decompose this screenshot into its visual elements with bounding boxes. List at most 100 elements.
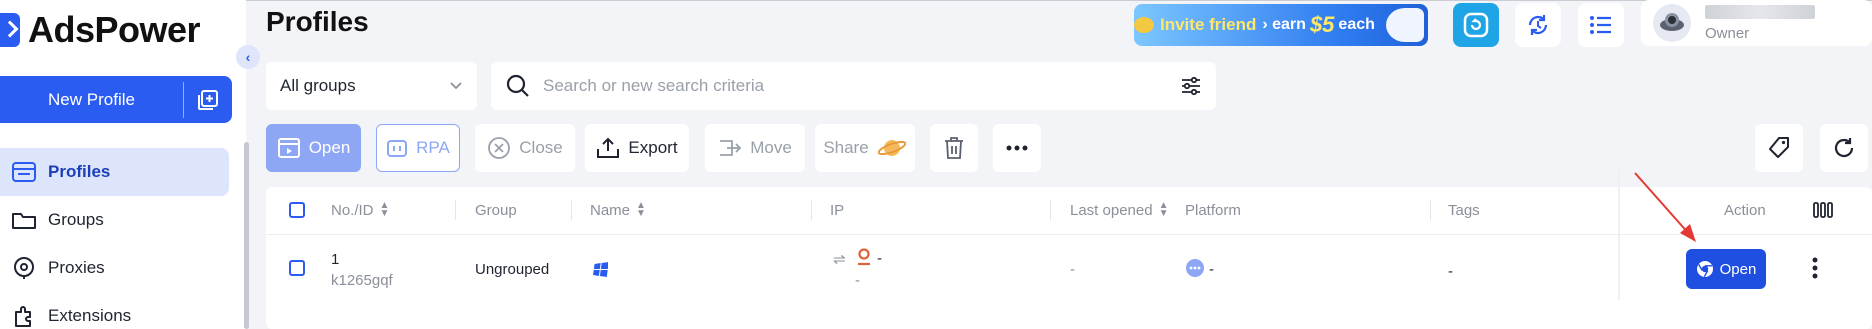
adspower-logo-icon <box>0 13 20 47</box>
megaphone-icon <box>1386 8 1424 42</box>
sidebar-item-groups[interactable]: Groups <box>0 196 229 244</box>
share-button[interactable]: Share <box>815 124 915 172</box>
columns-icon <box>1813 202 1833 218</box>
column-header-ip: IP <box>830 200 844 220</box>
column-header-tags: Tags <box>1448 200 1480 220</box>
column-divider <box>811 200 812 220</box>
column-label: No./ID <box>331 201 374 219</box>
row-more-button[interactable] <box>1812 257 1818 283</box>
sidebar-scrollbar[interactable] <box>244 142 249 329</box>
sidebar-item-label: Proxies <box>48 258 105 277</box>
close-label: Close <box>519 138 563 157</box>
close-selected-button[interactable]: Close <box>475 124 575 172</box>
more-horizontal-icon <box>1006 145 1028 151</box>
user-menu[interactable]: Owner <box>1641 0 1872 46</box>
profile-ip-secondary: - <box>855 272 860 289</box>
filter-settings-icon[interactable] <box>1180 76 1202 96</box>
profile-group: Ungrouped <box>475 261 550 278</box>
user-info: Owner <box>1705 4 1815 42</box>
user-role: Owner <box>1705 24 1750 42</box>
proxies-icon <box>10 254 38 282</box>
batch-create-button[interactable] <box>184 89 232 111</box>
browser-icon <box>1696 261 1713 278</box>
column-header-group: Group <box>475 200 517 220</box>
column-label: Last opened <box>1070 201 1153 219</box>
sync-icon <box>1528 15 1548 35</box>
each-text: each <box>1338 16 1375 33</box>
profile-number: 1 <box>331 251 340 268</box>
column-label: IP <box>830 201 845 219</box>
sidebar-nav: Profiles Groups Proxies Extensions <box>0 148 229 329</box>
column-label: Tags <box>1448 201 1480 219</box>
rpa-button[interactable]: RPA <box>376 124 460 172</box>
more-vertical-icon <box>1812 257 1818 279</box>
column-header-action: Action <box>1724 200 1766 220</box>
close-circle-icon <box>488 137 511 159</box>
extensions-icon <box>10 302 38 329</box>
planet-icon <box>877 140 906 156</box>
column-header-last-opened[interactable]: Last opened ▲ ▼ <box>1070 200 1168 220</box>
profile-ip: - <box>877 250 882 267</box>
search-box <box>491 62 1216 110</box>
invite-friend-banner[interactable]: Invite friend › earn $5 each <box>1134 4 1428 46</box>
refresh-icon <box>1834 138 1854 158</box>
platform-icon <box>1185 258 1205 282</box>
location-pin-icon <box>856 248 872 270</box>
task-list-button[interactable] <box>1578 3 1624 47</box>
move-label: Move <box>750 138 792 157</box>
column-label: Name <box>590 201 631 219</box>
refresh-logo-icon <box>1463 12 1489 38</box>
export-icon <box>597 137 620 158</box>
more-actions-button[interactable] <box>993 124 1041 172</box>
app-logo: AdsPower <box>0 8 201 52</box>
delete-button[interactable] <box>930 124 978 172</box>
column-divider <box>571 200 572 220</box>
search-icon <box>506 74 529 97</box>
group-select[interactable]: All groups <box>266 62 477 110</box>
app-update-button[interactable] <box>1453 3 1499 47</box>
export-button[interactable]: Export <box>585 124 689 172</box>
column-header-no-id[interactable]: No./ID ▲ ▼ <box>331 200 389 220</box>
sidebar-item-extensions[interactable]: Extensions <box>0 292 229 329</box>
reward-amount: $5 <box>1309 12 1335 37</box>
column-header-name[interactable]: Name ▲ ▼ <box>590 200 646 220</box>
rpa-label: RPA <box>416 138 450 157</box>
sidebar-item-label: Extensions <box>48 306 132 325</box>
column-settings-button[interactable] <box>1813 200 1833 220</box>
groups-icon <box>10 206 38 234</box>
row-checkbox[interactable] <box>289 260 305 276</box>
page-title: Profiles <box>266 6 369 37</box>
app-name: AdsPower <box>28 9 201 50</box>
select-all-checkbox[interactable] <box>289 202 305 218</box>
move-button[interactable]: Move <box>705 124 805 172</box>
sidebar-item-label: Profiles <box>48 162 111 181</box>
profile-platform: - <box>1209 261 1214 278</box>
swap-icon: ⇌ <box>833 251 846 268</box>
column-label: Group <box>475 201 517 219</box>
group-select-value: All groups <box>280 76 356 95</box>
sidebar-item-proxies[interactable]: Proxies <box>0 244 229 292</box>
user-name-redacted <box>1705 4 1815 19</box>
open-selected-button[interactable]: Open <box>266 124 361 172</box>
refresh-button[interactable] <box>1820 124 1868 172</box>
profile-id[interactable]: k1265gqf <box>331 272 393 289</box>
search-input[interactable] <box>543 76 1180 96</box>
tags-button[interactable] <box>1755 124 1803 172</box>
sidebar-item-profiles[interactable]: Profiles <box>0 148 229 196</box>
profile-tags: - <box>1448 263 1453 280</box>
open-profile-button[interactable]: Open <box>1686 249 1766 289</box>
coin-icon <box>1134 17 1154 33</box>
sort-icon: ▲ ▼ <box>379 200 390 219</box>
sync-button[interactable] <box>1515 3 1561 47</box>
batch-add-icon <box>198 89 218 110</box>
collapse-sidebar-button[interactable]: ‹ <box>236 45 260 69</box>
new-profile-button[interactable]: New Profile <box>0 76 232 123</box>
sidebar: AdsPower New Profile Profiles Groups Pro… <box>0 0 246 329</box>
action-column-divider <box>1618 170 1620 300</box>
robot-icon <box>387 140 408 157</box>
column-divider <box>455 200 456 220</box>
chevron-down-icon <box>450 82 462 90</box>
tag-icon <box>1769 137 1789 158</box>
avatar <box>1653 4 1691 42</box>
windows-icon <box>592 261 609 281</box>
